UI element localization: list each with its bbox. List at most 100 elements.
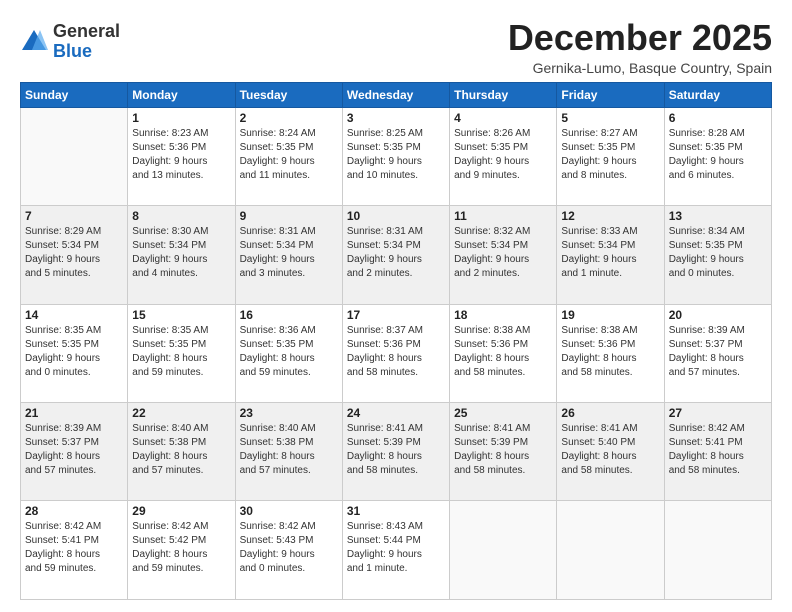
calendar-cell: 9Sunrise: 8:31 AM Sunset: 5:34 PM Daylig… xyxy=(235,206,342,304)
calendar-cell: 10Sunrise: 8:31 AM Sunset: 5:34 PM Dayli… xyxy=(342,206,449,304)
calendar-header-tuesday: Tuesday xyxy=(235,82,342,107)
day-number: 20 xyxy=(669,308,767,322)
day-info: Sunrise: 8:42 AM Sunset: 5:42 PM Dayligh… xyxy=(132,520,230,576)
day-info: Sunrise: 8:28 AM Sunset: 5:35 PM Dayligh… xyxy=(669,127,767,183)
day-info: Sunrise: 8:39 AM Sunset: 5:37 PM Dayligh… xyxy=(669,324,767,380)
day-info: Sunrise: 8:38 AM Sunset: 5:36 PM Dayligh… xyxy=(454,324,552,380)
day-number: 11 xyxy=(454,209,552,223)
calendar-cell: 7Sunrise: 8:29 AM Sunset: 5:34 PM Daylig… xyxy=(21,206,128,304)
calendar-week-row: 14 Sunrise: 8:35 AM Sunset: 5:35 PM Dayli… xyxy=(21,304,772,402)
month-title: December 2025 xyxy=(508,18,772,58)
calendar-cell: 1 Sunrise: 8:23 AM Sunset: 5:36 PM Daylig… xyxy=(128,107,235,205)
calendar-cell: 25 Sunrise: 8:41 AM Sunset: 5:39 PM Dayli… xyxy=(450,403,557,501)
day-number: 14 xyxy=(25,308,123,322)
calendar-cell: 6 Sunrise: 8:28 AM Sunset: 5:35 PM Daylig… xyxy=(664,107,771,205)
calendar-header-monday: Monday xyxy=(128,82,235,107)
calendar-cell: 19 Sunrise: 8:38 AM Sunset: 5:36 PM Dayli… xyxy=(557,304,664,402)
day-number: 15 xyxy=(132,308,230,322)
day-info: Sunrise: 8:41 AM Sunset: 5:39 PM Dayligh… xyxy=(347,422,445,478)
day-info: Sunrise: 8:23 AM Sunset: 5:36 PM Dayligh… xyxy=(132,127,230,183)
day-number: 22 xyxy=(132,406,230,420)
calendar-cell: 15 Sunrise: 8:35 AM Sunset: 5:35 PM Dayli… xyxy=(128,304,235,402)
location: Gernika-Lumo, Basque Country, Spain xyxy=(508,60,772,76)
calendar-header-friday: Friday xyxy=(557,82,664,107)
logo-blue: Blue xyxy=(53,42,120,62)
day-info: Sunrise: 8:37 AM Sunset: 5:36 PM Dayligh… xyxy=(347,324,445,380)
day-number: 4 xyxy=(454,111,552,125)
day-info: Sunrise: 8:41 AM Sunset: 5:40 PM Dayligh… xyxy=(561,422,659,478)
calendar-cell: 11 Sunrise: 8:32 AM Sunset: 5:34 PM Dayli… xyxy=(450,206,557,304)
day-number: 16 xyxy=(240,308,338,322)
calendar-cell: 14 Sunrise: 8:35 AM Sunset: 5:35 PM Dayli… xyxy=(21,304,128,402)
logo-general: General xyxy=(53,22,120,42)
calendar-cell xyxy=(450,501,557,600)
calendar-cell xyxy=(664,501,771,600)
calendar-cell: 29 Sunrise: 8:42 AM Sunset: 5:42 PM Dayli… xyxy=(128,501,235,600)
day-info: Sunrise: 8:38 AM Sunset: 5:36 PM Dayligh… xyxy=(561,324,659,380)
calendar-cell: 17 Sunrise: 8:37 AM Sunset: 5:36 PM Dayli… xyxy=(342,304,449,402)
calendar-cell xyxy=(557,501,664,600)
day-info: Sunrise: 8:40 AM Sunset: 5:38 PM Dayligh… xyxy=(240,422,338,478)
day-info: Sunrise: 8:25 AM Sunset: 5:35 PM Dayligh… xyxy=(347,127,445,183)
day-number: 30 xyxy=(240,504,338,518)
day-info: Sunrise: 8:26 AM Sunset: 5:35 PM Dayligh… xyxy=(454,127,552,183)
day-number: 26 xyxy=(561,406,659,420)
day-number: 2 xyxy=(240,111,338,125)
day-info: Sunrise: 8:35 AM Sunset: 5:35 PM Dayligh… xyxy=(132,324,230,380)
day-number: 27 xyxy=(669,406,767,420)
day-info: Sunrise: 8:34 AM Sunset: 5:35 PM Dayligh… xyxy=(669,225,767,281)
day-info: Sunrise: 8:35 AM Sunset: 5:35 PM Dayligh… xyxy=(25,324,123,380)
calendar-header-row: SundayMondayTuesdayWednesdayThursdayFrid… xyxy=(21,82,772,107)
day-number: 19 xyxy=(561,308,659,322)
calendar-cell: 23Sunrise: 8:40 AM Sunset: 5:38 PM Dayli… xyxy=(235,403,342,501)
calendar-cell: 30Sunrise: 8:42 AM Sunset: 5:43 PM Dayli… xyxy=(235,501,342,600)
calendar-cell: 24 Sunrise: 8:41 AM Sunset: 5:39 PM Dayli… xyxy=(342,403,449,501)
day-info: Sunrise: 8:42 AM Sunset: 5:41 PM Dayligh… xyxy=(25,520,123,576)
day-number: 24 xyxy=(347,406,445,420)
calendar-week-row: 1 Sunrise: 8:23 AM Sunset: 5:36 PM Daylig… xyxy=(21,107,772,205)
day-number: 21 xyxy=(25,406,123,420)
day-info: Sunrise: 8:36 AM Sunset: 5:35 PM Dayligh… xyxy=(240,324,338,380)
day-number: 17 xyxy=(347,308,445,322)
day-info: Sunrise: 8:27 AM Sunset: 5:35 PM Dayligh… xyxy=(561,127,659,183)
calendar-header-wednesday: Wednesday xyxy=(342,82,449,107)
day-info: Sunrise: 8:40 AM Sunset: 5:38 PM Dayligh… xyxy=(132,422,230,478)
day-number: 29 xyxy=(132,504,230,518)
day-number: 5 xyxy=(561,111,659,125)
calendar-cell: 20 Sunrise: 8:39 AM Sunset: 5:37 PM Dayli… xyxy=(664,304,771,402)
day-info: Sunrise: 8:32 AM Sunset: 5:34 PM Dayligh… xyxy=(454,225,552,281)
header: General Blue December 2025 Gernika-Lumo,… xyxy=(20,18,772,76)
calendar-header-sunday: Sunday xyxy=(21,82,128,107)
calendar-cell: 21 Sunrise: 8:39 AM Sunset: 5:37 PM Dayli… xyxy=(21,403,128,501)
calendar-cell: 22 Sunrise: 8:40 AM Sunset: 5:38 PM Dayli… xyxy=(128,403,235,501)
day-number: 1 xyxy=(132,111,230,125)
logo-icon xyxy=(20,28,48,56)
day-number: 8 xyxy=(132,209,230,223)
calendar-cell: 3 Sunrise: 8:25 AM Sunset: 5:35 PM Daylig… xyxy=(342,107,449,205)
title-block: December 2025 Gernika-Lumo, Basque Count… xyxy=(508,18,772,76)
calendar-week-row: 21 Sunrise: 8:39 AM Sunset: 5:37 PM Dayli… xyxy=(21,403,772,501)
day-info: Sunrise: 8:43 AM Sunset: 5:44 PM Dayligh… xyxy=(347,520,445,576)
calendar-week-row: 7Sunrise: 8:29 AM Sunset: 5:34 PM Daylig… xyxy=(21,206,772,304)
day-number: 7 xyxy=(25,209,123,223)
day-number: 18 xyxy=(454,308,552,322)
calendar-cell: 28Sunrise: 8:42 AM Sunset: 5:41 PM Dayli… xyxy=(21,501,128,600)
calendar-cell: 5 Sunrise: 8:27 AM Sunset: 5:35 PM Daylig… xyxy=(557,107,664,205)
calendar-cell: 12Sunrise: 8:33 AM Sunset: 5:34 PM Dayli… xyxy=(557,206,664,304)
day-info: Sunrise: 8:24 AM Sunset: 5:35 PM Dayligh… xyxy=(240,127,338,183)
day-info: Sunrise: 8:31 AM Sunset: 5:34 PM Dayligh… xyxy=(347,225,445,281)
day-number: 25 xyxy=(454,406,552,420)
calendar-cell: 31 Sunrise: 8:43 AM Sunset: 5:44 PM Dayli… xyxy=(342,501,449,600)
calendar-week-row: 28Sunrise: 8:42 AM Sunset: 5:41 PM Dayli… xyxy=(21,501,772,600)
logo: General Blue xyxy=(20,22,120,62)
day-info: Sunrise: 8:41 AM Sunset: 5:39 PM Dayligh… xyxy=(454,422,552,478)
calendar-cell: 4 Sunrise: 8:26 AM Sunset: 5:35 PM Daylig… xyxy=(450,107,557,205)
day-number: 6 xyxy=(669,111,767,125)
calendar-cell: 18 Sunrise: 8:38 AM Sunset: 5:36 PM Dayli… xyxy=(450,304,557,402)
day-info: Sunrise: 8:39 AM Sunset: 5:37 PM Dayligh… xyxy=(25,422,123,478)
calendar-cell: 2 Sunrise: 8:24 AM Sunset: 5:35 PM Daylig… xyxy=(235,107,342,205)
day-number: 3 xyxy=(347,111,445,125)
day-number: 31 xyxy=(347,504,445,518)
day-info: Sunrise: 8:33 AM Sunset: 5:34 PM Dayligh… xyxy=(561,225,659,281)
day-info: Sunrise: 8:42 AM Sunset: 5:41 PM Dayligh… xyxy=(669,422,767,478)
